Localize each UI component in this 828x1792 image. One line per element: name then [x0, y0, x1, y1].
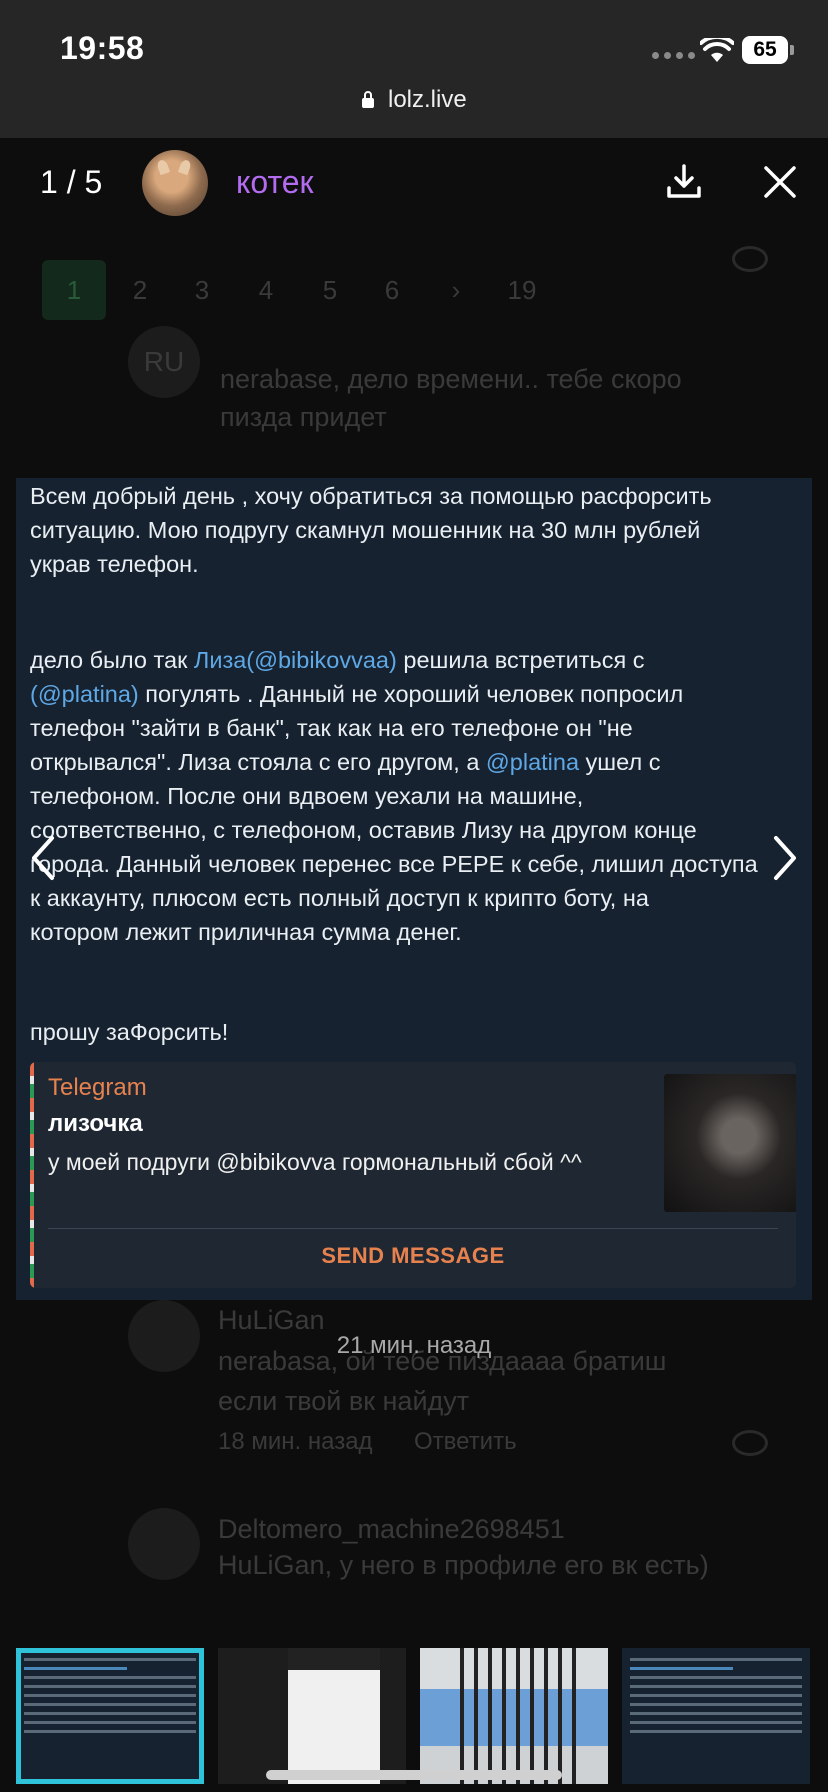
card-title: лизочка [48, 1110, 143, 1137]
post-text-line: (@platina) погулять . Данный не хороший … [30, 681, 684, 707]
post-text-line: ситуацию. Мою подругу скамнул мошенник н… [30, 517, 701, 543]
post-text-line: дело было так Лиза(@bibikovvaa) решила в… [30, 647, 645, 673]
thumbnail-4[interactable] [622, 1648, 810, 1784]
ghost-text: Deltomero_machine2698451 [218, 1514, 565, 1544]
thumbnail-3[interactable] [420, 1648, 608, 1784]
eye-icon [732, 246, 768, 272]
viewer-image: Всем добрый день , хочу обратиться за по… [16, 478, 812, 1300]
image-counter: 1 / 5 [40, 164, 103, 200]
page-4-button[interactable]: 4 [234, 260, 298, 320]
chevron-right-icon[interactable] [770, 834, 800, 882]
ghost-text: если твой вк найдут [218, 1386, 470, 1416]
eye-icon [732, 1430, 768, 1456]
post-text-line: телефоном. После они вдвоем уехали на ма… [30, 783, 584, 809]
page-next-button[interactable]: › [424, 260, 488, 320]
post-text-line: соответственно, с телефоном, оставив Лиз… [30, 817, 697, 843]
page-6-button[interactable]: 6 [360, 260, 424, 320]
card-accent-strip [30, 1062, 34, 1288]
status-time: 19:58 [60, 30, 145, 66]
post-text-line: открывался". Лиза стояла с его другом, а… [30, 749, 661, 775]
close-icon[interactable] [762, 164, 798, 200]
status-bar: 19:58 65 lolz.live [0, 0, 828, 138]
wifi-icon [700, 38, 734, 62]
card-source: Telegram [48, 1074, 147, 1101]
ghost-reply-link[interactable]: Ответить [414, 1428, 517, 1456]
page-3-button[interactable]: 3 [170, 260, 234, 320]
page-2-button[interactable]: 2 [108, 260, 172, 320]
thumbnail-1[interactable] [16, 1648, 204, 1784]
page-1-button[interactable]: 1 [42, 260, 106, 320]
post-text-line: украв телефон. [30, 551, 199, 577]
download-icon[interactable] [664, 162, 704, 202]
ghost-text: nerabase, дело времени.. тебе скоро [220, 364, 682, 394]
card-photo [664, 1074, 796, 1212]
cellular-signal-icon [652, 52, 695, 59]
post-text-line: котором лежит приличная сумма денег. [30, 919, 462, 945]
chevron-left-icon[interactable] [28, 834, 58, 882]
avatar[interactable] [142, 150, 208, 216]
ghost-time: 18 мин. назад [218, 1428, 373, 1455]
avatar: RU [128, 326, 200, 398]
post-text-line: телефон "зайти в банк", так как на его т… [30, 715, 633, 741]
post-text-line: города. Данный человек перенес все PEPE … [30, 851, 758, 877]
ghost-text: пизда придет [220, 402, 387, 432]
telegram-preview-card: Telegram лизочка у моей подруги @bibikov… [30, 1062, 796, 1288]
thumbnail-2[interactable] [218, 1648, 406, 1784]
post-text-line: к аккаунту, плюсом есть полный доступ к … [30, 885, 649, 911]
image-timestamp: 21 мин. назад [336, 1332, 492, 1359]
page-last-button[interactable]: 19 [490, 260, 554, 320]
avatar [128, 1508, 200, 1580]
battery-indicator: 65 [742, 36, 794, 64]
card-description: у моей подруги @bibikovva гормональный с… [48, 1149, 582, 1175]
browser-url: lolz.live [387, 86, 467, 113]
home-indicator [266, 1770, 562, 1780]
send-message-button: SEND MESSAGE [321, 1243, 505, 1268]
post-text-line: прошу заФорсить! [30, 1019, 229, 1045]
browser-url-bar[interactable]: lolz.live [0, 86, 828, 114]
card-divider [48, 1228, 778, 1229]
lock-icon [362, 91, 375, 108]
ghost-text: HuLiGan, у него в профиле его вк есть) [218, 1550, 709, 1580]
page-5-button[interactable]: 5 [298, 260, 362, 320]
post-text-line: Всем добрый день , хочу обратиться за по… [30, 483, 712, 509]
author-name[interactable]: котек [236, 164, 314, 201]
